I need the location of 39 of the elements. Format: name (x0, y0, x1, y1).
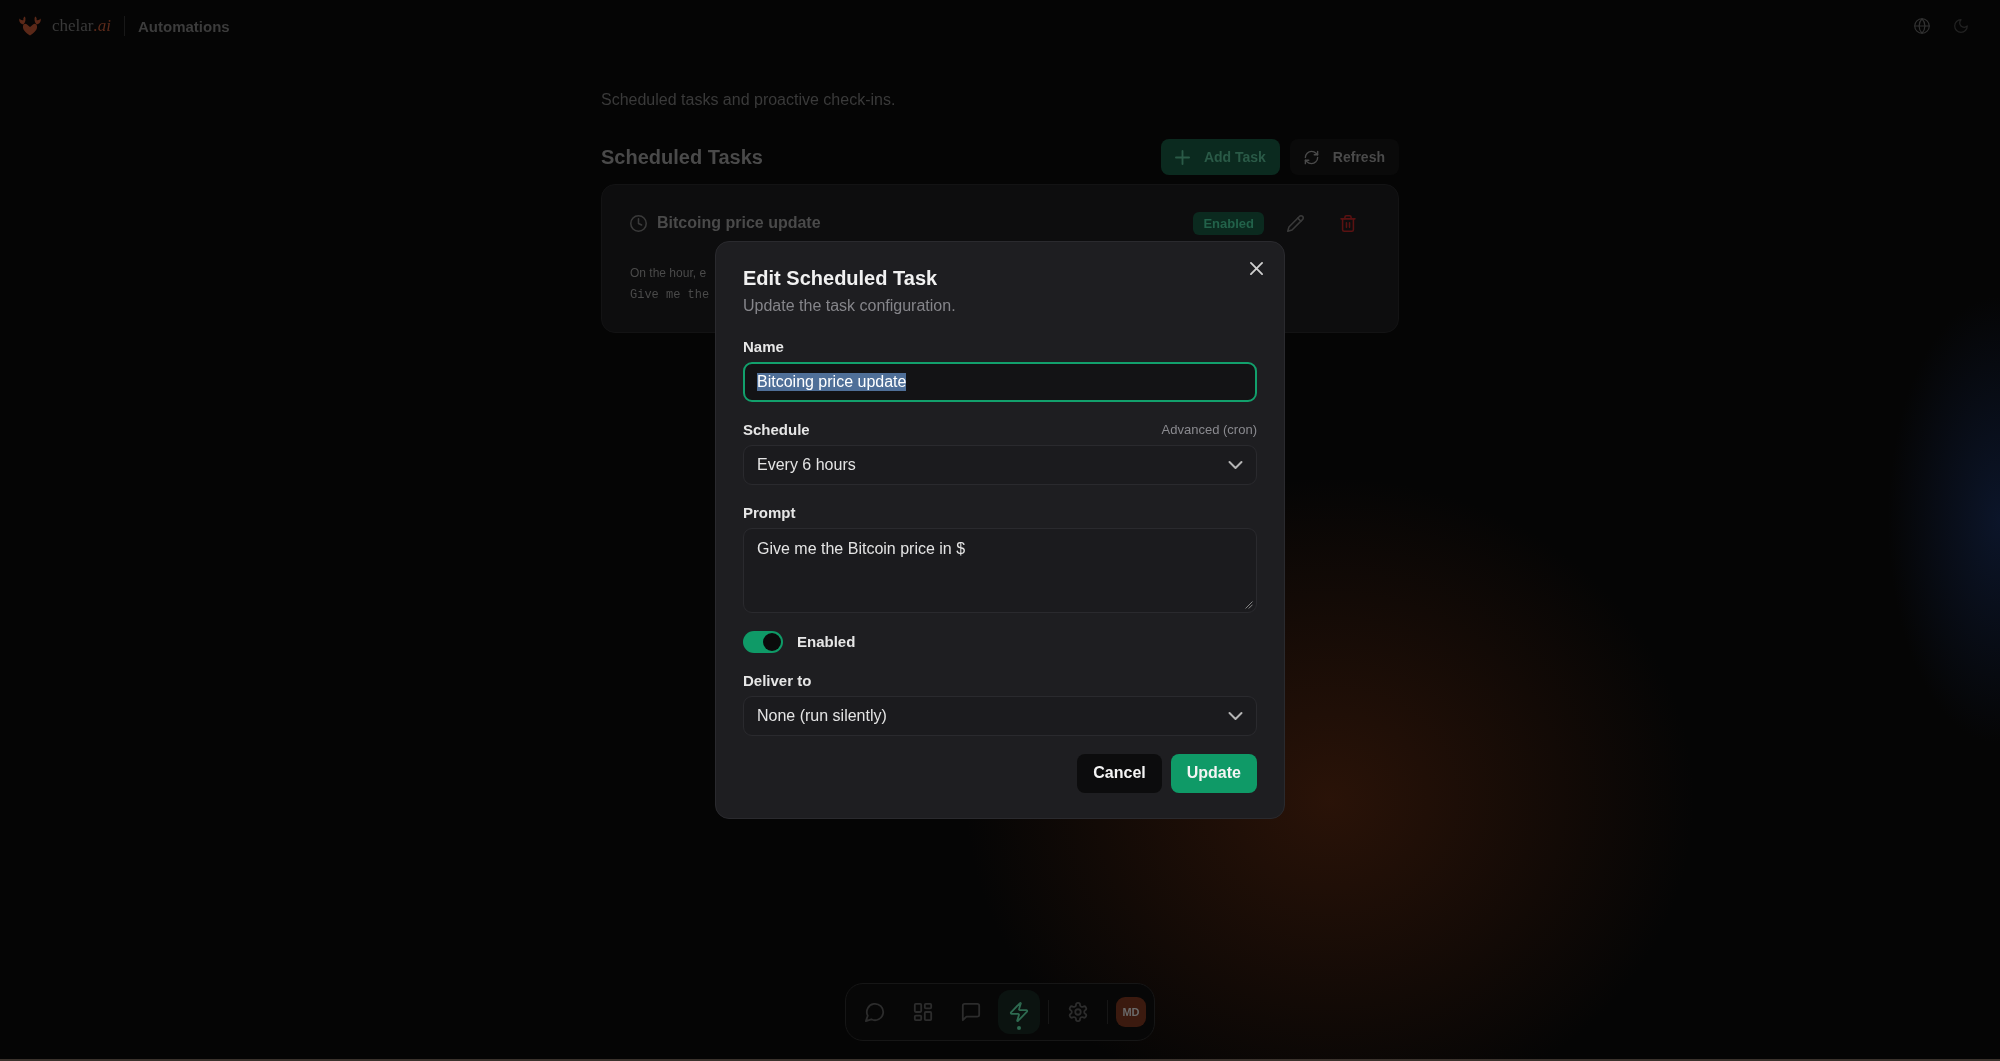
field-label: Deliver to (743, 672, 812, 689)
refresh-icon (1303, 149, 1319, 165)
field-label: Schedule (743, 421, 810, 438)
active-dot-icon (1017, 1026, 1021, 1030)
advanced-link[interactable]: Advanced (cron) (1161, 422, 1257, 437)
text-input[interactable]: Bitcoing price update (743, 361, 1257, 402)
textarea-field[interactable]: Give me the Bitcoin price in $ (743, 527, 1257, 613)
resize-handle-icon[interactable] (1245, 600, 1253, 609)
pencil-icon[interactable] (1287, 214, 1304, 232)
settings-icon (1068, 1002, 1088, 1022)
lightning-icon (1009, 1002, 1029, 1022)
select-dropdown[interactable]: Every 6 hours (743, 444, 1257, 485)
toggle-switch[interactable] (743, 630, 783, 653)
task-prompt: Give me the (630, 287, 710, 304)
avatar-button[interactable]: MD (1116, 997, 1146, 1027)
dialog-subtitle: Update the task configuration. (743, 295, 956, 316)
plus-icon (1174, 149, 1190, 165)
select-dropdown[interactable]: None (run silently) (743, 695, 1257, 736)
chat-bubble-icon (865, 1002, 885, 1022)
globe-icon[interactable] (1914, 18, 1930, 34)
field-label: Name (743, 338, 784, 355)
moon-icon[interactable] (1954, 19, 1968, 33)
logo-icon (18, 16, 42, 36)
chevron-down-icon (1229, 711, 1242, 720)
cancel-button[interactable]: Cancel (1077, 753, 1162, 793)
chevron-down-icon (1229, 460, 1242, 469)
close-icon[interactable] (1250, 261, 1263, 275)
toggle-label: Enabled (797, 633, 856, 650)
status-badge: Enabled (1193, 211, 1264, 235)
field-label: Prompt (743, 504, 796, 521)
trash-icon[interactable] (1340, 214, 1356, 232)
clock-icon (630, 214, 647, 232)
nav-button[interactable] (998, 990, 1040, 1034)
dialog-title: Edit Scheduled Task (743, 265, 938, 291)
task-schedule: On the hour, e (630, 265, 707, 282)
section-heading: Scheduled Tasks (601, 145, 763, 169)
task-name: Bitcoing price update (657, 214, 821, 232)
dashboard-grid-icon (913, 1002, 933, 1022)
update-button[interactable]: Update (1170, 753, 1257, 793)
